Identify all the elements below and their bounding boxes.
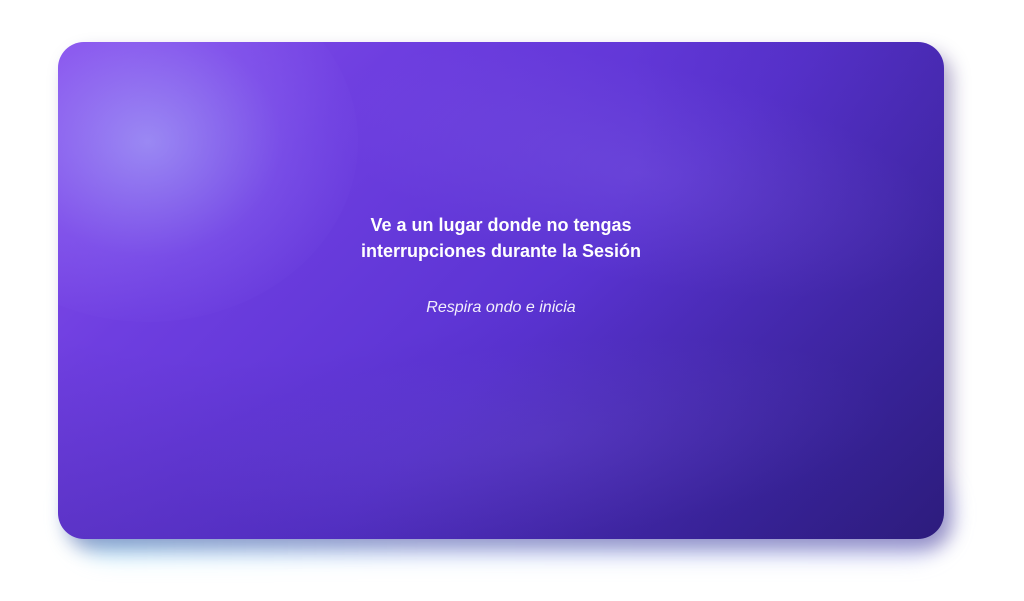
title-line-1: Ve a un lugar donde no tengas: [370, 215, 632, 235]
session-instruction-title: Ve a un lugar donde no tengas interrupci…: [58, 212, 944, 264]
title-line-2: interrupciones durante la Sesión: [360, 241, 642, 261]
page: Ve a un lugar donde no tengas interrupci…: [0, 0, 1024, 601]
session-subtitle: Respira ondo e inicia: [426, 299, 576, 316]
session-intro-card: Ve a un lugar donde no tengas interrupci…: [58, 42, 944, 539]
card-content: Ve a un lugar donde no tengas interrupci…: [58, 42, 944, 539]
